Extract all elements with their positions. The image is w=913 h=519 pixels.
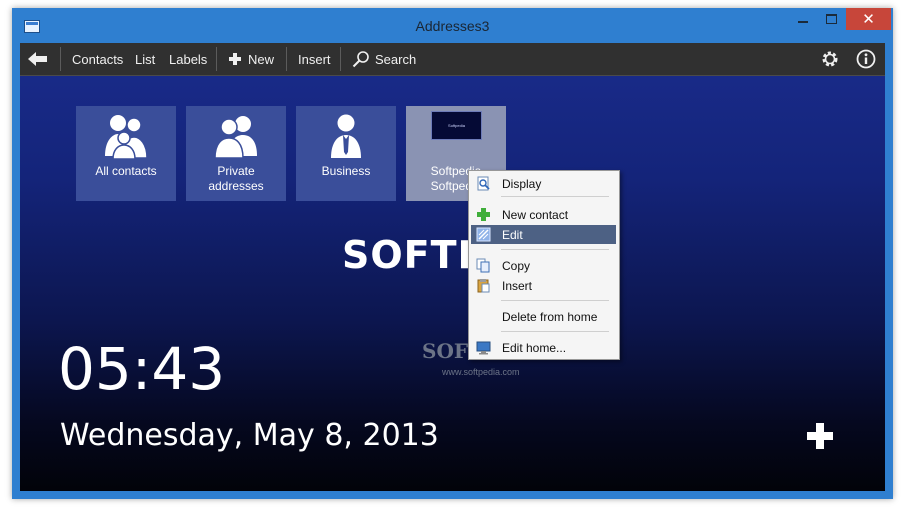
info-icon: [856, 49, 876, 69]
businessman-icon: [331, 114, 361, 158]
minimize-button[interactable]: [789, 8, 817, 30]
plus-icon: [229, 53, 241, 65]
menu-separator: [501, 249, 609, 250]
app-window: Addresses3 ✕ Contacts List Labels New In…: [12, 8, 893, 499]
main-area: Contacts List Labels New Insert Search A…: [20, 43, 885, 491]
toolbar-divider: [340, 47, 341, 71]
copy-icon: [476, 258, 490, 273]
tile-private-addresses[interactable]: Private addresses: [186, 106, 286, 201]
clock-date: Wednesday, May 8, 2013: [60, 418, 439, 453]
menu-separator: [501, 331, 609, 332]
tile-label: Private addresses: [186, 164, 286, 194]
new-button[interactable]: New: [229, 43, 274, 75]
tile-label-line: Business: [321, 164, 371, 178]
info-button[interactable]: [856, 43, 876, 75]
menu-separator: [501, 300, 609, 301]
tile-thumbnail: Softpedia: [431, 111, 482, 140]
edit-icon: [476, 227, 491, 242]
close-button[interactable]: ✕: [846, 8, 891, 30]
search-button-label: Search: [375, 51, 417, 67]
maximize-icon: [825, 14, 837, 24]
menu-item-label: Display: [502, 177, 542, 191]
monitor-icon: [476, 341, 491, 355]
back-arrow-icon: [28, 52, 47, 66]
menu-item-display[interactable]: Display: [471, 174, 616, 193]
close-icon: ✕: [862, 10, 875, 28]
new-button-label: New: [248, 51, 275, 67]
insert-button[interactable]: Insert: [298, 43, 331, 75]
paste-icon: [477, 279, 490, 293]
minimize-icon: [798, 21, 808, 23]
couple-icon: [214, 116, 257, 159]
contacts-button[interactable]: Contacts: [72, 43, 123, 75]
labels-button[interactable]: Labels: [169, 43, 207, 75]
menu-item-copy[interactable]: Copy: [471, 256, 616, 275]
tile-all-contacts[interactable]: All contacts: [76, 106, 176, 201]
menu-separator: [501, 196, 609, 197]
search-icon: [352, 51, 369, 68]
menu-item-insert[interactable]: Insert: [471, 276, 616, 295]
add-icon[interactable]: [807, 423, 833, 449]
menu-item-new-contact[interactable]: New contact: [471, 205, 616, 224]
tile-label-line: addresses: [208, 179, 264, 193]
menu-item-label: Delete from home: [502, 310, 598, 324]
toolbar-divider: [60, 47, 61, 71]
softpedia-watermark-url: www.softpedia.com: [442, 367, 520, 377]
gear-icon: [822, 51, 838, 67]
display-icon: [477, 176, 490, 191]
settings-button[interactable]: [820, 43, 840, 75]
clock-time: 05:43: [58, 335, 226, 403]
tile-business[interactable]: Business: [296, 106, 396, 201]
toolbar-divider: [216, 47, 217, 71]
search-button[interactable]: Search: [352, 43, 416, 75]
menu-item-label: Insert: [502, 279, 533, 293]
context-menu: Display New contact Edit Copy Insert Del…: [468, 170, 620, 360]
list-button[interactable]: List: [135, 43, 155, 75]
tile-label: Business: [296, 164, 396, 179]
menu-item-label: Copy: [502, 259, 531, 273]
plus-green-icon: [477, 208, 490, 221]
title-bar: Addresses3 ✕: [12, 8, 893, 43]
tile-label: All contacts: [76, 164, 176, 179]
menu-item-edit[interactable]: Edit: [471, 225, 616, 244]
tile-label-line: Private: [217, 164, 255, 178]
toolbar: Contacts List Labels New Insert Search: [20, 43, 885, 76]
tile-label-line: All contacts: [95, 164, 157, 178]
toolbar-divider: [286, 47, 287, 71]
menu-item-delete-from-home[interactable]: Delete from home: [471, 307, 616, 326]
maximize-button[interactable]: [817, 8, 845, 30]
menu-item-label: Edit: [502, 228, 523, 242]
people-icon: [105, 115, 148, 160]
menu-item-edit-home[interactable]: Edit home...: [471, 338, 616, 357]
menu-item-label: Edit home...: [502, 341, 567, 355]
menu-item-label: New contact: [502, 208, 569, 222]
softpedia-watermark: SOFTP: [342, 233, 487, 277]
window-title: Addresses3: [415, 18, 490, 34]
back-button[interactable]: [28, 43, 48, 75]
